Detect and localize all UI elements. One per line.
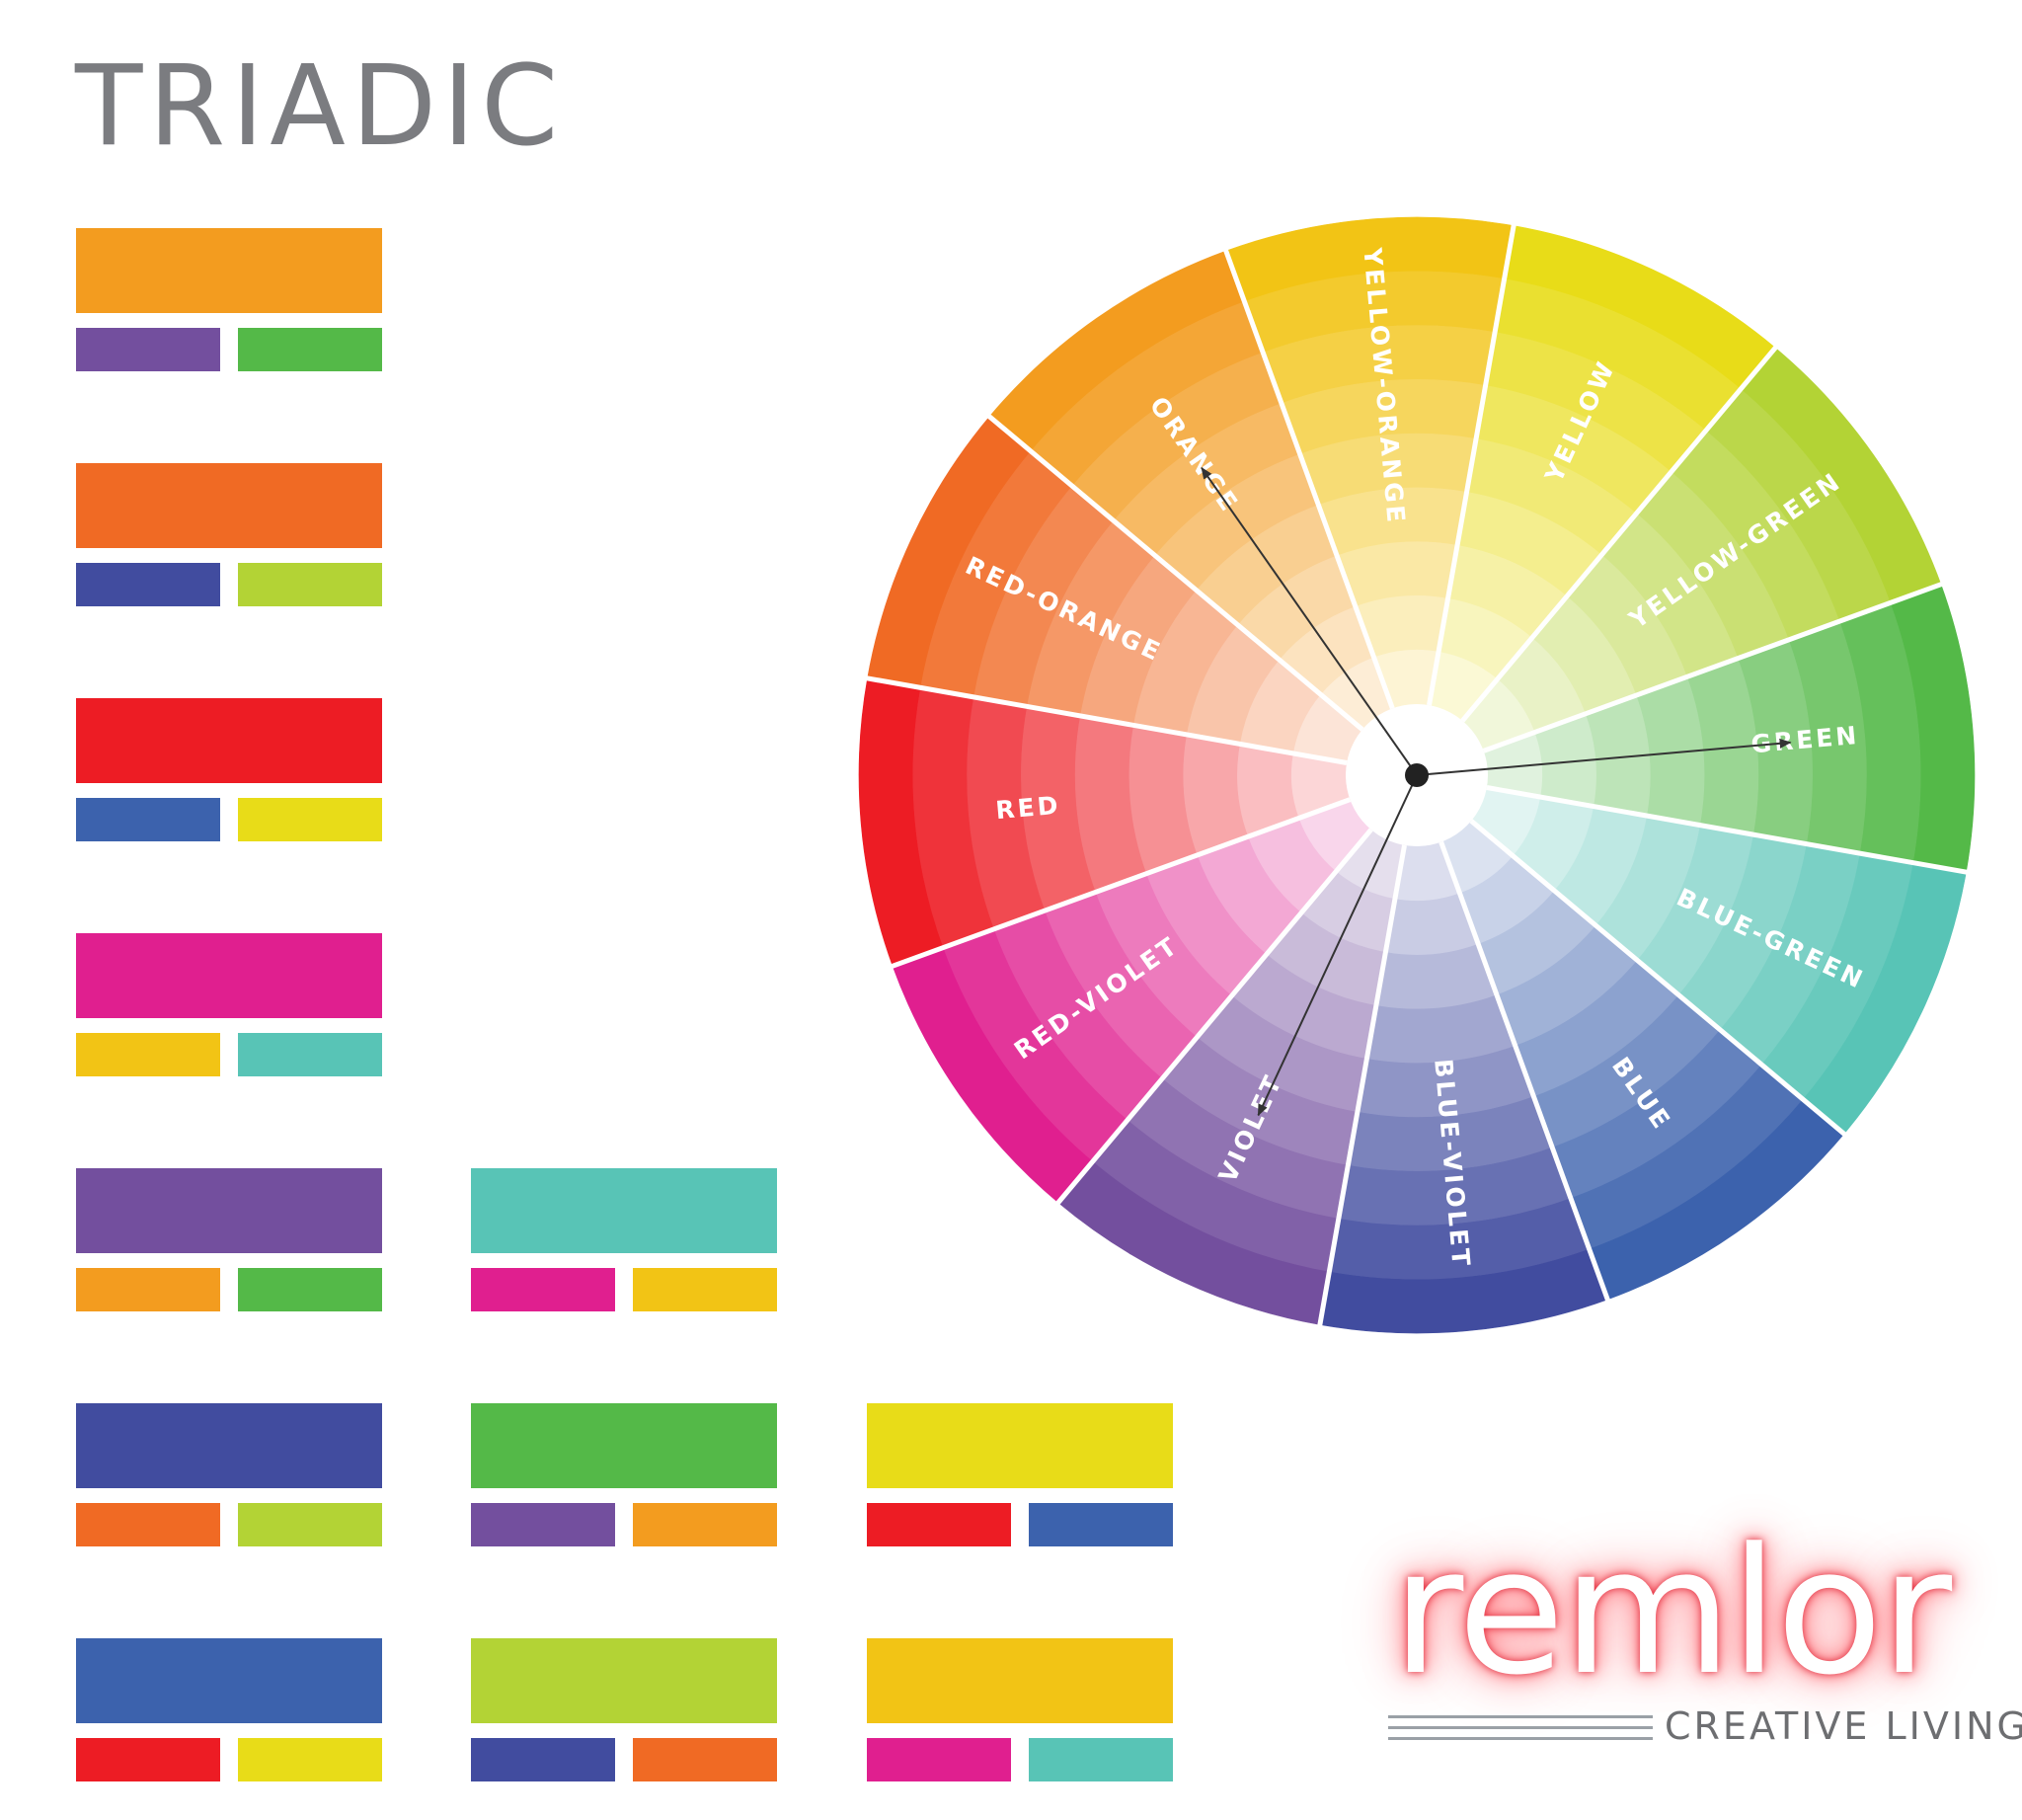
logo-lines: [1388, 1715, 1653, 1748]
swatch-secondary: [471, 1268, 615, 1311]
swatch-tertiary: [1029, 1503, 1173, 1546]
swatch-group: [867, 1638, 1173, 1781]
swatch-tertiary: [238, 798, 382, 841]
swatch-secondary: [76, 1033, 220, 1076]
swatch-tertiary: [633, 1738, 777, 1781]
swatch-tertiary: [238, 1738, 382, 1781]
swatch-group: [76, 1168, 382, 1311]
swatch-tertiary: [238, 328, 382, 371]
swatch-main: [76, 1168, 382, 1253]
swatch-secondary: [471, 1503, 615, 1546]
logo-wordmark: remlor: [1392, 1511, 1952, 1713]
swatch-secondary: [471, 1738, 615, 1781]
swatch-group: [76, 1403, 382, 1546]
swatch-group: [76, 463, 382, 606]
swatch-main: [471, 1638, 777, 1723]
swatch-secondary: [76, 563, 220, 606]
logo-tagline: CREATIVE LIVING: [1665, 1704, 2022, 1748]
swatch-main: [76, 228, 382, 313]
swatch-tertiary: [238, 563, 382, 606]
color-wheel: YELLOW-ORANGE YELLOWYELLOW-GREENGREENBLUE…: [858, 216, 1976, 1334]
swatch-group: [471, 1403, 777, 1546]
swatch-tertiary: [238, 1503, 382, 1546]
swatch-tertiary: [1029, 1738, 1173, 1781]
swatch-secondary: [76, 798, 220, 841]
swatch-main: [471, 1403, 777, 1488]
wheel-label: RED: [994, 791, 1061, 826]
swatch-secondary: [76, 328, 220, 371]
swatch-tertiary: [238, 1268, 382, 1311]
swatch-main: [471, 1168, 777, 1253]
swatch-secondary: [867, 1738, 1011, 1781]
swatch-group: [76, 1638, 382, 1781]
swatch-secondary: [76, 1268, 220, 1311]
swatch-secondary: [867, 1503, 1011, 1546]
swatch-secondary: [76, 1738, 220, 1781]
swatch-group: [76, 228, 382, 371]
swatch-tertiary: [238, 1033, 382, 1076]
swatch-main: [76, 463, 382, 548]
swatch-tertiary: [633, 1268, 777, 1311]
swatch-main: [76, 1638, 382, 1723]
brand-logo: remlor CREATIVE LIVING: [1382, 1511, 2022, 1773]
swatch-secondary: [76, 1503, 220, 1546]
swatch-main: [76, 933, 382, 1018]
swatch-main: [867, 1403, 1173, 1488]
swatch-group: [76, 698, 382, 841]
swatch-main: [76, 1403, 382, 1488]
swatch-group: [471, 1168, 777, 1311]
swatch-group: [867, 1403, 1173, 1546]
swatch-main: [76, 698, 382, 783]
swatch-group: [471, 1638, 777, 1781]
swatch-main: [867, 1638, 1173, 1723]
swatch-tertiary: [633, 1503, 777, 1546]
swatch-group: [76, 933, 382, 1076]
page-title: TRIADIC: [75, 42, 565, 171]
pivot-dot: [1405, 763, 1429, 787]
